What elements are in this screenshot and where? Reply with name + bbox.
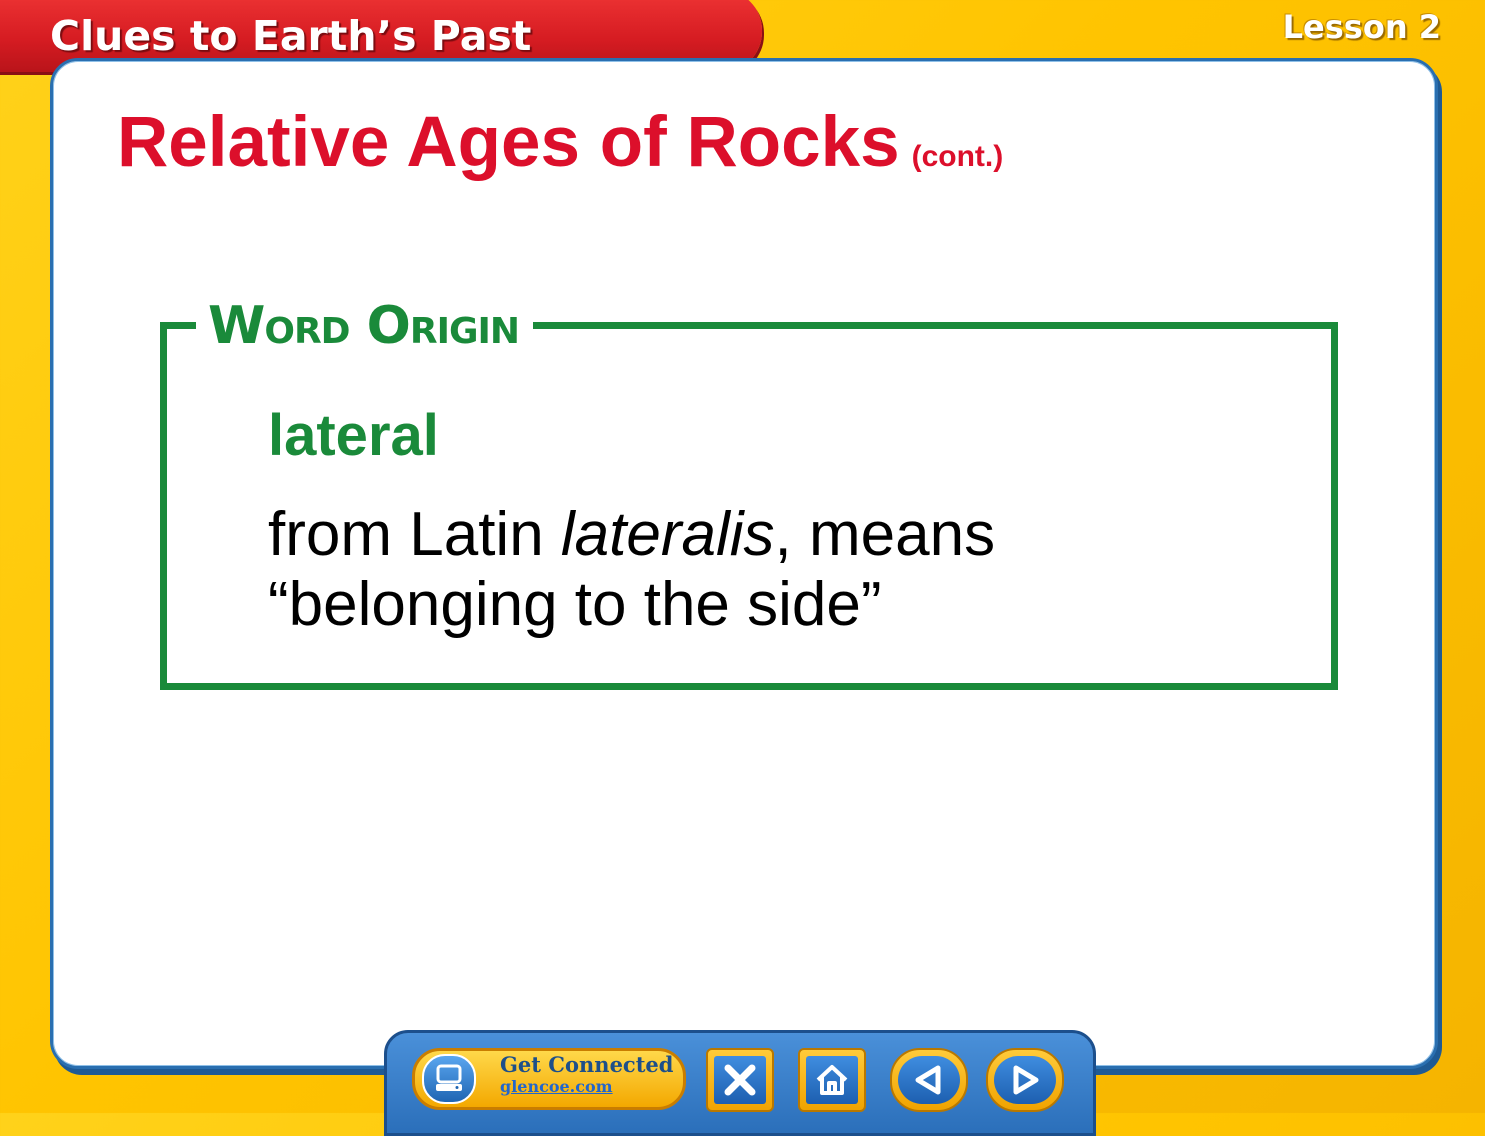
previous-button[interactable] <box>890 1048 968 1112</box>
word-origin-heading: Word Origin <box>196 290 534 362</box>
get-connected-label[interactable]: Get Connected <box>500 1054 673 1076</box>
slide-title-text: Relative Ages of Rocks <box>117 103 900 182</box>
home-icon <box>816 1065 848 1095</box>
definition-suffix: , means <box>774 500 996 569</box>
lesson-label: Lesson 2 <box>1282 8 1441 46</box>
next-button[interactable] <box>986 1048 1064 1112</box>
chapter-title: Clues to Earth’s Past <box>50 12 532 60</box>
arrow-left-icon <box>915 1065 941 1095</box>
word-origin-term: lateral <box>268 403 439 468</box>
exit-button[interactable] <box>706 1048 774 1112</box>
definition-prefix: from Latin <box>268 500 561 569</box>
get-connected-url[interactable]: glencoe.com <box>500 1078 613 1096</box>
arrow-right-icon <box>1013 1065 1039 1095</box>
slide-title: Relative Ages of Rocks (cont.) <box>117 102 1003 183</box>
home-button[interactable] <box>798 1048 866 1112</box>
definition-line-2: “belonging to the side” <box>268 570 882 639</box>
slide-title-suffix: (cont.) <box>911 140 1004 173</box>
word-origin-definition: from Latin lateralis, means “belonging to… <box>268 500 1268 640</box>
close-icon <box>724 1064 756 1096</box>
definition-latin: lateralis <box>560 500 775 569</box>
computer-icon <box>422 1054 476 1104</box>
